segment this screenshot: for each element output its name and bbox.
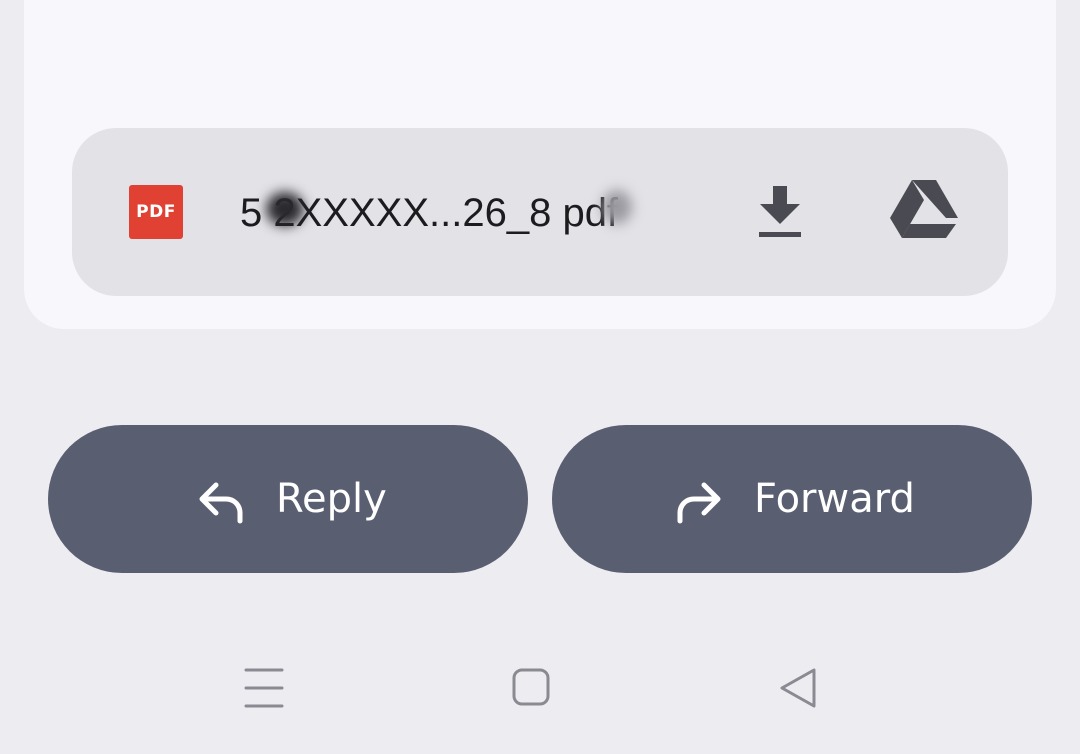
redaction-blur bbox=[602, 190, 632, 224]
redaction-blur bbox=[266, 192, 304, 226]
reply-arrow-icon bbox=[199, 482, 243, 524]
forward-label: Forward bbox=[754, 476, 915, 522]
back-icon[interactable] bbox=[768, 660, 828, 716]
recent-apps-icon[interactable] bbox=[234, 660, 294, 716]
reply-label: Reply bbox=[276, 476, 387, 522]
reply-button[interactable]: Reply bbox=[48, 425, 528, 573]
download-icon[interactable] bbox=[756, 184, 804, 240]
pdf-file-icon: PDF bbox=[129, 185, 183, 239]
google-drive-icon[interactable] bbox=[890, 180, 958, 242]
home-icon[interactable] bbox=[502, 660, 562, 716]
forward-button[interactable]: Forward bbox=[552, 425, 1032, 573]
forward-arrow-icon bbox=[677, 482, 721, 524]
